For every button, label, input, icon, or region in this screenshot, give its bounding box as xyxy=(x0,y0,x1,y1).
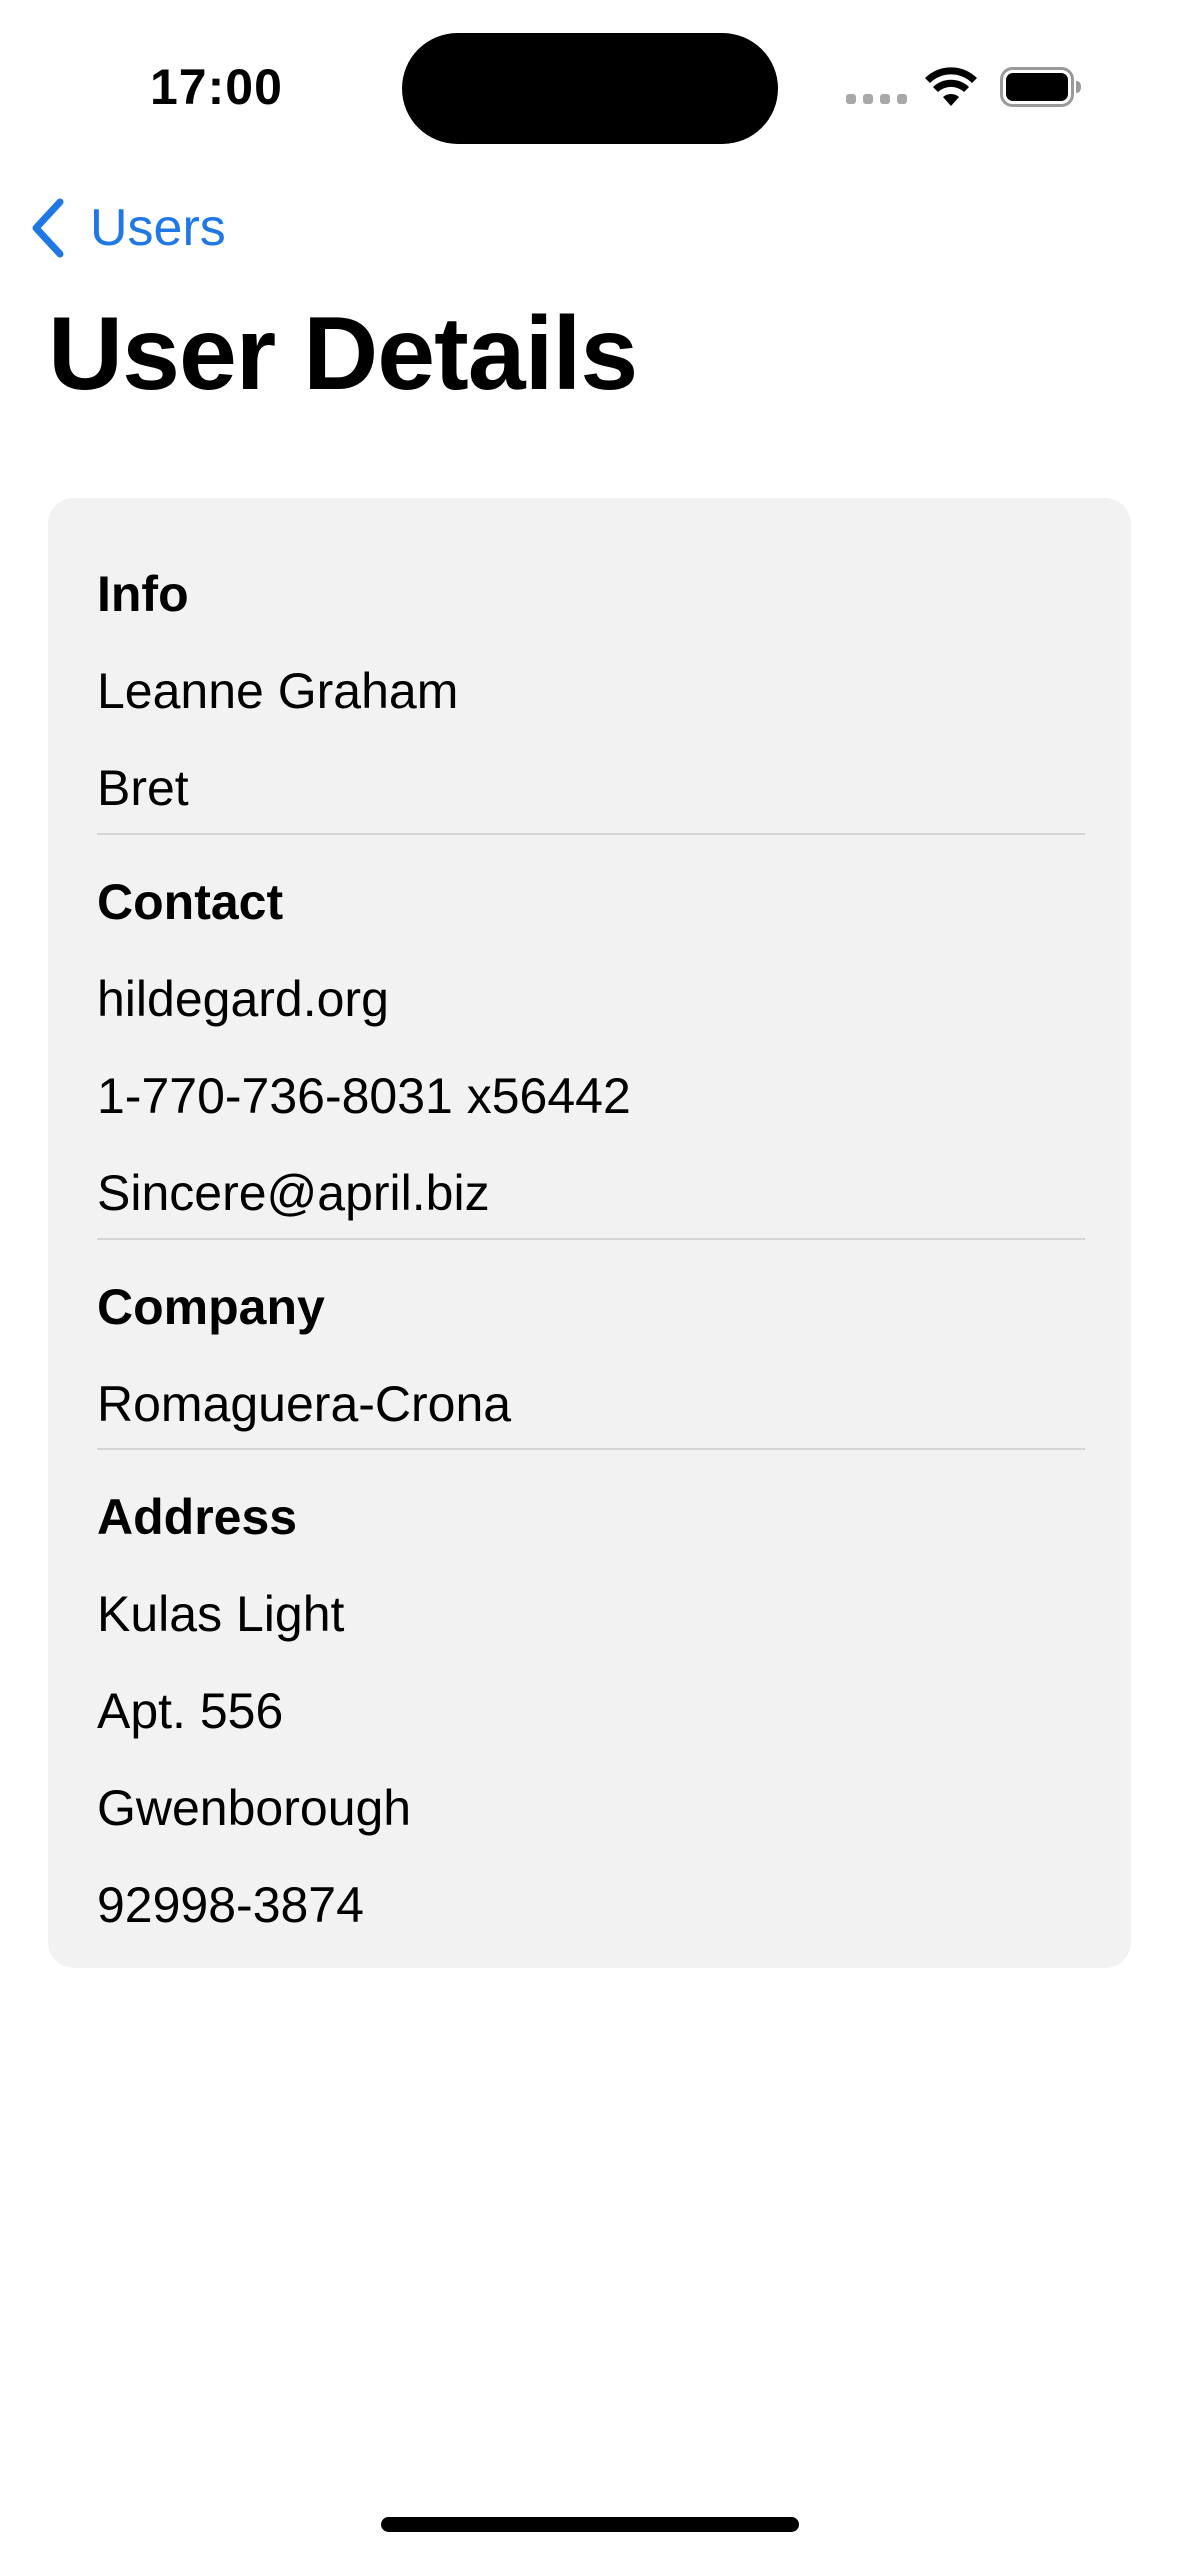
back-button[interactable]: Users xyxy=(22,192,226,264)
company-section: Company Romaguera-Crona xyxy=(97,1259,1085,1453)
section-divider xyxy=(97,1238,1085,1240)
user-details-card: Info Leanne Graham Bret Contact hildegar… xyxy=(48,498,1131,1968)
address-street: Kulas Light xyxy=(97,1586,345,1642)
user-username: Bret xyxy=(97,760,189,816)
user-website: hildegard.org xyxy=(97,971,389,1027)
wifi-icon xyxy=(925,67,977,106)
address-zipcode: 92998-3874 xyxy=(97,1877,364,1933)
cellular-signal-icon xyxy=(846,94,907,104)
section-divider xyxy=(97,833,1085,835)
status-bar: 17:00 xyxy=(0,0,1179,180)
page-title: User Details xyxy=(48,296,638,412)
contact-section-header: Contact xyxy=(97,874,284,930)
dynamic-island xyxy=(402,33,778,144)
address-section-header: Address xyxy=(97,1489,298,1545)
info-section-header: Info xyxy=(97,566,189,622)
status-time: 17:00 xyxy=(150,59,283,115)
address-section: Address Kulas Light Apt. 556 Gwenborough… xyxy=(97,1469,1085,1954)
contact-section: Contact hildegard.org 1-770-736-8031 x56… xyxy=(97,854,1085,1242)
info-section: Info Leanne Graham Bret xyxy=(97,546,1085,837)
home-indicator[interactable] xyxy=(381,2517,799,2532)
user-email: Sincere@april.biz xyxy=(97,1165,490,1221)
battery-icon xyxy=(1000,67,1081,107)
chevron-left-icon xyxy=(32,198,64,258)
user-name: Leanne Graham xyxy=(97,663,459,719)
address-city: Gwenborough xyxy=(97,1780,412,1836)
user-phone: 1-770-736-8031 x56442 xyxy=(97,1068,631,1124)
back-button-label: Users xyxy=(90,199,226,257)
section-divider xyxy=(97,1448,1085,1450)
company-section-header: Company xyxy=(97,1279,325,1335)
company-name: Romaguera-Crona xyxy=(97,1376,512,1432)
address-suite: Apt. 556 xyxy=(97,1683,284,1739)
